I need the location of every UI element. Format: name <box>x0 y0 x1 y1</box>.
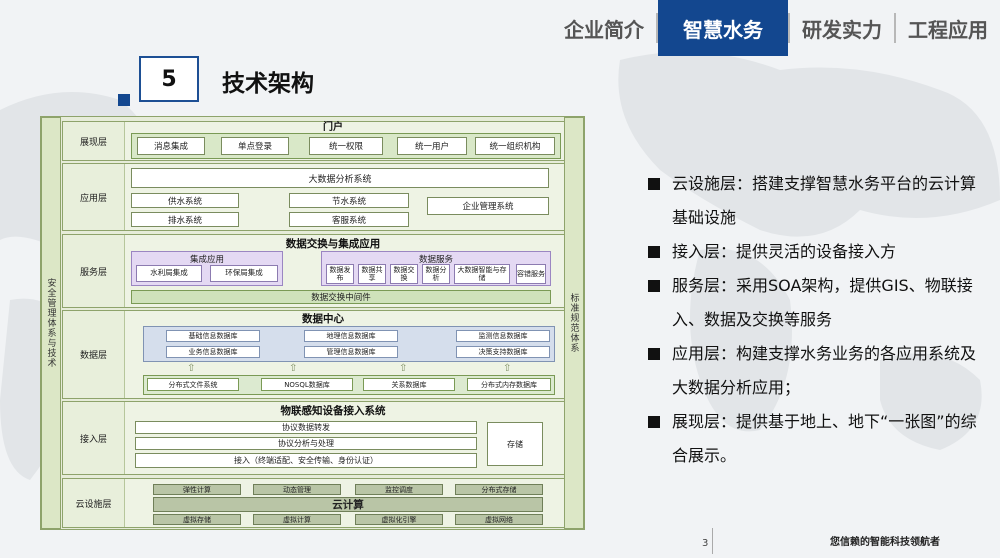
layer-label: 展现层 <box>63 122 125 160</box>
square-bullet-icon <box>648 280 660 292</box>
water-saving-box: 节水系统 <box>289 193 409 208</box>
application-layer: 应用层 大数据分析系统 供水系统 节水系统 企业管理系统 排水系统 客服系统 <box>62 163 565 231</box>
decision-db-box: 决策支持数据库 <box>456 346 550 358</box>
integration-group: 集成应用 水利局集成 环保局集成 <box>131 251 283 286</box>
water-bureau-integration-box: 水利局集成 <box>136 265 202 282</box>
iot-access-title: 物联感知设备接入系统 <box>280 405 386 417</box>
page-number: 3 <box>702 538 709 549</box>
up-arrow-icon: ⇧ <box>289 363 298 374</box>
layer-label: 数据层 <box>63 311 125 398</box>
up-arrow-icon: ⇧ <box>399 363 408 374</box>
water-supply-box: 供水系统 <box>131 193 239 208</box>
nav-tab-rnd[interactable]: 研发实力 <box>790 0 894 56</box>
list-item: 应用层：构建支撑水务业务的各应用系统及大数据分析应用； <box>648 337 983 405</box>
management-db-box: 管理信息数据库 <box>304 346 398 358</box>
bullet-text: 云设施层：搭建支撑智慧水务平台的云计算基础设施 <box>672 174 977 227</box>
layer-label: 接入层 <box>63 402 125 474</box>
bigdata-analysis-box: 大数据分析系统 <box>131 168 549 188</box>
nav-tab-company[interactable]: 企业简介 <box>552 0 656 56</box>
fault-tolerance-box: 容错服务 <box>516 264 546 284</box>
list-item: 服务层：采用SOA架构，提供GIS、物联接入、数据及交换等服务 <box>648 269 983 337</box>
basic-info-db-box: 基础信息数据库 <box>166 330 260 342</box>
elastic-compute-box: 弹性计算 <box>153 484 241 495</box>
bullet-list: 云设施层：搭建支撑智慧水务平台的云计算基础设施 接入层：提供灵活的设备接入方 服… <box>648 167 983 473</box>
dynamic-management-box: 动态管理 <box>253 484 341 495</box>
customer-service-box: 客服系统 <box>289 212 409 227</box>
cloud-computing-bar: 云计算 <box>153 497 543 512</box>
geo-info-db-box: 地理信息数据库 <box>304 330 398 342</box>
up-arrow-icon: ⇧ <box>187 363 196 374</box>
nav-tab-smart-water[interactable]: 智慧水务 <box>658 0 788 56</box>
architecture-diagram: 安全管理体系与技术 标准规范体系 展现层 门户 消息集成 单点登录 统一权限 统… <box>40 116 585 530</box>
protocol-analysis-box: 协议分析与处理 <box>135 437 477 450</box>
section-square-decoration <box>118 94 130 106</box>
bullet-text: 服务层：采用SOA架构，提供GIS、物联接入、数据及交换等服务 <box>672 276 973 329</box>
bullet-text: 接入层：提供灵活的设备接入方 <box>672 242 897 261</box>
presentation-layer: 展现层 门户 消息集成 单点登录 统一权限 统一用户 统一组织机构 <box>62 121 565 161</box>
square-bullet-icon <box>648 416 660 428</box>
message-integration-box: 消息集成 <box>137 137 205 155</box>
data-publish-box: 数据发布 <box>326 264 354 284</box>
square-bullet-icon <box>648 348 660 360</box>
data-share-box: 数据共享 <box>358 264 386 284</box>
unified-user-box: 统一用户 <box>397 137 467 155</box>
section-number: 5 <box>139 56 199 102</box>
layer-label: 云设施层 <box>63 479 125 527</box>
data-analysis-box: 数据分析 <box>422 264 450 284</box>
virtual-storage-box: 虚拟存储 <box>153 514 241 525</box>
distributed-storage-box: 分布式存储 <box>455 484 543 495</box>
data-service-group: 数据服务 数据发布 数据共享 数据交换 数据分析 大数据智能与存储 容错服务 <box>321 251 551 286</box>
service-layer: 服务层 数据交换与集成应用 集成应用 水利局集成 环保局集成 数据服务 数据发布… <box>62 234 565 308</box>
terminal-access-box: 接入（终端适配、安全传输、身份认证） <box>135 453 477 468</box>
data-center-title: 数据中心 <box>302 313 344 325</box>
virtual-compute-box: 虚拟计算 <box>253 514 341 525</box>
integration-group-title: 集成应用 <box>189 255 224 265</box>
list-item: 展现层：提供基于地上、地下“一张图”的综合展示。 <box>648 405 983 473</box>
service-band-title: 数据交换与集成应用 <box>285 238 381 250</box>
section-title: 技术架构 <box>222 71 314 97</box>
bigdata-storage-box: 大数据智能与存储 <box>454 264 510 284</box>
list-item: 接入层：提供灵活的设备接入方 <box>648 235 983 269</box>
single-sign-on-box: 单点登录 <box>221 137 289 155</box>
bullet-text: 应用层：构建支撑水务业务的各应用系统及大数据分析应用； <box>672 344 977 397</box>
square-bullet-icon <box>648 178 660 190</box>
security-system-label: 安全管理体系与技术 <box>41 117 61 529</box>
list-item: 云设施层：搭建支撑智慧水务平台的云计算基础设施 <box>648 167 983 235</box>
distributed-fs-box: 分布式文件系统 <box>147 378 239 391</box>
data-exchange-box: 数据交换 <box>390 264 418 284</box>
database-panel: 基础信息数据库 地理信息数据库 监测信息数据库 业务信息数据库 管理信息数据库 … <box>143 326 555 362</box>
relational-db-box: 关系数据库 <box>363 378 455 391</box>
monitor-scheduling-box: 监控调度 <box>355 484 443 495</box>
access-layer: 接入层 物联感知设备接入系统 协议数据转发 协议分析与处理 接入（终端适配、安全… <box>62 401 565 475</box>
footer-slogan: 您信赖的智能科技领航者 <box>830 537 940 548</box>
protocol-forward-box: 协议数据转发 <box>135 421 477 434</box>
nav-tab-engineering[interactable]: 工程应用 <box>896 0 1000 56</box>
drainage-box: 排水系统 <box>131 212 239 227</box>
top-nav: 企业简介 智慧水务 研发实力 工程应用 <box>552 0 1000 56</box>
business-db-box: 业务信息数据库 <box>166 346 260 358</box>
data-layer: 数据层 数据中心 基础信息数据库 地理信息数据库 监测信息数据库 业务信息数据库… <box>62 310 565 399</box>
square-bullet-icon <box>648 246 660 258</box>
data-exchange-middleware-bar: 数据交换中间件 <box>131 290 551 304</box>
layer-label: 服务层 <box>63 235 125 307</box>
bullet-text: 展现层：提供基于地上、地下“一张图”的综合展示。 <box>672 412 977 465</box>
virtualization-engine-box: 虚拟化引擎 <box>355 514 443 525</box>
nosql-db-box: NOSQL数据库 <box>261 378 353 391</box>
env-bureau-integration-box: 环保局集成 <box>210 265 278 282</box>
monitoring-db-box: 监测信息数据库 <box>456 330 550 342</box>
footer-divider <box>712 528 713 554</box>
up-arrow-icon: ⇧ <box>503 363 512 374</box>
virtual-network-box: 虚拟网络 <box>455 514 543 525</box>
unified-organization-box: 统一组织机构 <box>475 137 555 155</box>
cloud-layer: 云设施层 弹性计算 动态管理 监控调度 分布式存储 云计算 虚拟存储 虚拟计算 … <box>62 478 565 528</box>
layer-label: 应用层 <box>63 164 125 230</box>
distributed-memory-db-box: 分布式内存数据库 <box>467 378 551 391</box>
standards-system-label: 标准规范体系 <box>564 117 584 529</box>
enterprise-management-box: 企业管理系统 <box>427 197 549 215</box>
access-storage-box: 存储 <box>487 422 543 466</box>
unified-permission-box: 统一权限 <box>309 137 383 155</box>
